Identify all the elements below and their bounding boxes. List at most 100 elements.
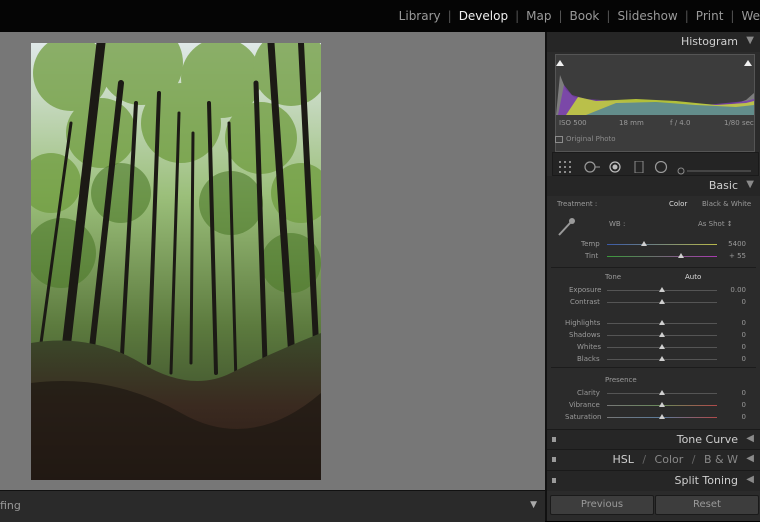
shadows-value[interactable]: 0: [742, 331, 746, 339]
tab-separator: /: [642, 453, 647, 466]
vibrance-label: Vibrance: [569, 401, 600, 409]
divider: [551, 267, 756, 268]
histogram-iso: ISO 500: [559, 119, 587, 127]
temp-label: Temp: [581, 240, 600, 248]
hsl-tabs: HSL / Color / B & W: [612, 453, 738, 466]
develop-right-panel: Histogram ▼ ISO 500 18 mm f / 4.0 1/80 s…: [545, 32, 760, 521]
crop-overlay-icon[interactable]: [559, 158, 573, 177]
radial-filter-icon[interactable]: [654, 158, 668, 177]
module-map[interactable]: Map: [519, 9, 558, 23]
histogram-shutter: 1/80 sec: [724, 119, 754, 127]
collapse-triangle-icon[interactable]: ▼: [746, 179, 754, 190]
contrast-value[interactable]: 0: [742, 298, 746, 306]
module-web[interactable]: We: [734, 9, 760, 23]
clarity-label: Clarity: [577, 389, 600, 397]
treatment-bw-option[interactable]: Black & White: [702, 200, 751, 208]
module-print[interactable]: Print: [689, 9, 731, 23]
hsl-header[interactable]: HSL / Color / B & W ◀: [547, 449, 760, 470]
tone-curve-header[interactable]: Tone Curve ◀: [547, 429, 760, 450]
histogram-header[interactable]: Histogram ▼: [547, 32, 760, 52]
tone-subhead: Tone: [605, 273, 622, 281]
histogram-focal-length: 18 mm: [619, 119, 644, 127]
treatment-color-option[interactable]: Color: [669, 200, 687, 208]
auto-tone-button[interactable]: Auto: [685, 273, 701, 281]
highlights-label: Highlights: [565, 319, 601, 327]
red-eye-icon[interactable]: [608, 158, 622, 177]
vibrance-value[interactable]: 0: [742, 401, 746, 409]
whites-value[interactable]: 0: [742, 343, 746, 351]
whites-label: Whites: [577, 343, 602, 351]
basic-panel: Treatment : Color Black & White WB : As …: [547, 195, 760, 429]
blacks-label: Blacks: [577, 355, 600, 363]
exposure-slider-thumb[interactable]: [659, 287, 665, 292]
exposure-value[interactable]: 0.00: [730, 286, 746, 294]
white-balance-eyedropper-icon[interactable]: [555, 217, 577, 243]
highlights-value[interactable]: 0: [742, 319, 746, 327]
split-toning-title: Split Toning: [674, 474, 738, 487]
expand-triangle-icon[interactable]: ◀: [746, 453, 754, 464]
wb-label: WB :: [609, 220, 626, 228]
panel-switch-icon[interactable]: [552, 457, 556, 462]
collapse-triangle-icon[interactable]: ▼: [746, 35, 754, 46]
graduated-filter-icon[interactable]: [633, 158, 645, 177]
color-tab[interactable]: Color: [655, 453, 684, 466]
reset-button[interactable]: Reset: [655, 495, 759, 515]
expand-triangle-icon[interactable]: ◀: [746, 474, 754, 485]
contrast-slider-thumb[interactable]: [659, 299, 665, 304]
tone-curve-title: Tone Curve: [676, 433, 738, 446]
expand-triangle-icon[interactable]: ◀: [746, 433, 754, 444]
filmstrip-dropdown-icon[interactable]: ▼: [530, 500, 537, 510]
module-bar: Library | Develop | Map | Book | Slidesh…: [0, 0, 760, 32]
tint-slider-track[interactable]: [607, 256, 717, 257]
shadows-slider-thumb[interactable]: [659, 332, 665, 337]
filmstrip-bar: fing ▼: [0, 490, 545, 522]
original-photo-checkbox[interactable]: Original Photo: [555, 135, 616, 143]
contrast-label: Contrast: [570, 298, 600, 306]
temp-slider-thumb[interactable]: [641, 241, 647, 246]
module-picker: Library | Develop | Map | Book | Slidesh…: [392, 0, 760, 32]
hsl-tab[interactable]: HSL: [612, 453, 633, 466]
module-library[interactable]: Library: [392, 9, 448, 23]
basic-title: Basic: [708, 179, 738, 192]
presence-subhead: Presence: [605, 376, 637, 384]
histogram-title: Histogram: [680, 35, 738, 48]
highlight-clipping-icon: [744, 60, 752, 66]
original-photo-label: Original Photo: [566, 135, 616, 143]
blacks-slider-thumb[interactable]: [659, 356, 665, 361]
split-toning-header[interactable]: Split Toning ◀: [547, 470, 760, 491]
vibrance-slider-thumb[interactable]: [659, 402, 665, 407]
tab-separator: /: [691, 453, 696, 466]
tool-strip: [552, 152, 759, 176]
module-slideshow[interactable]: Slideshow: [610, 9, 684, 23]
histogram-aperture: f / 4.0: [670, 119, 691, 127]
highlights-slider-thumb[interactable]: [659, 320, 665, 325]
divider: [551, 367, 756, 368]
whites-slider-thumb[interactable]: [659, 344, 665, 349]
spot-removal-icon[interactable]: [583, 158, 601, 177]
shadows-label: Shadows: [569, 331, 601, 339]
tint-label: Tint: [585, 252, 599, 260]
panel-switch-icon[interactable]: [552, 478, 556, 483]
temp-value[interactable]: 5400: [728, 240, 746, 248]
previous-button[interactable]: Previous: [550, 495, 654, 515]
module-book[interactable]: Book: [563, 9, 607, 23]
module-develop[interactable]: Develop: [452, 9, 515, 23]
temp-slider-track[interactable]: [607, 244, 717, 245]
tint-slider-thumb[interactable]: [678, 253, 684, 258]
saturation-label: Saturation: [565, 413, 602, 421]
forest-photo[interactable]: [31, 43, 321, 480]
filmstrip-label: fing: [0, 499, 21, 512]
exposure-label: Exposure: [569, 286, 602, 294]
bw-tab[interactable]: B & W: [704, 453, 738, 466]
image-canvas: [0, 32, 545, 490]
tint-value[interactable]: + 55: [729, 252, 746, 260]
saturation-value[interactable]: 0: [742, 413, 746, 421]
panel-switch-icon[interactable]: [552, 437, 556, 442]
saturation-slider-thumb[interactable]: [659, 414, 665, 419]
shadow-clipping-icon: [556, 60, 564, 66]
basic-header[interactable]: Basic ▼: [547, 176, 760, 196]
wb-dropdown[interactable]: As Shot ↕: [698, 220, 733, 228]
blacks-value[interactable]: 0: [742, 355, 746, 363]
clarity-value[interactable]: 0: [742, 389, 746, 397]
clarity-slider-thumb[interactable]: [659, 390, 665, 395]
